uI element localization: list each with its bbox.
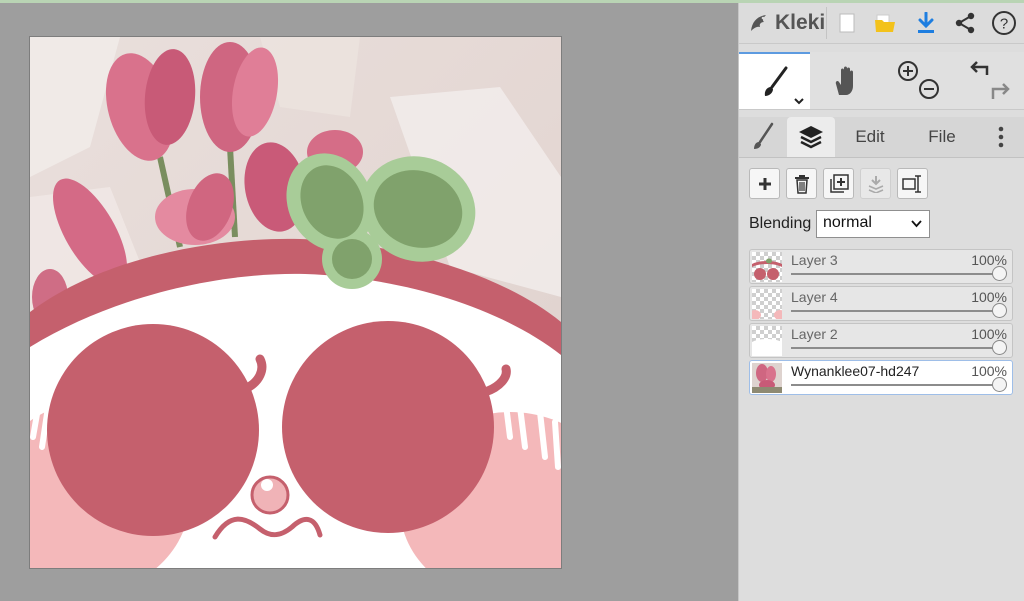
tab-edit[interactable]: Edit — [842, 117, 898, 157]
undo-redo-button[interactable] — [954, 52, 1024, 109]
share-icon — [955, 12, 975, 34]
chevron-down-icon[interactable] — [793, 97, 805, 105]
layer-item[interactable]: Wynanklee07-hd247 100% — [749, 360, 1013, 395]
layer-opacity-slider[interactable] — [791, 377, 1007, 392]
zoom-in-out-icon — [898, 60, 939, 99]
layer-thumbnail — [752, 252, 782, 282]
blending-select[interactable]: normal — [816, 210, 930, 238]
layer-name: Layer 4 — [791, 289, 838, 305]
layer-opacity-slider[interactable] — [791, 340, 1007, 355]
more-vertical-icon — [998, 126, 1004, 148]
slider-knob[interactable] — [992, 303, 1007, 318]
help-icon: ? — [992, 11, 1016, 35]
right-eye — [282, 321, 494, 533]
blending-value: normal — [823, 214, 872, 231]
nose-highlight — [261, 479, 273, 491]
new-image-icon — [839, 13, 855, 33]
kleki-bird-icon — [751, 15, 766, 31]
layer-item[interactable]: Layer 2 100% — [749, 323, 1013, 358]
duplicate-layer-button[interactable] — [823, 168, 854, 199]
hand-icon — [835, 66, 853, 95]
slider-knob[interactable] — [992, 340, 1007, 355]
zoom-button[interactable] — [882, 52, 954, 109]
panel-header: Kleki ? — [739, 3, 1024, 44]
chevron-down-icon — [911, 220, 922, 228]
help-button[interactable]: ? — [990, 9, 1018, 37]
svg-text:?: ? — [1000, 16, 1008, 33]
canvas-workspace[interactable] — [0, 3, 738, 601]
merge-down-icon — [868, 175, 883, 193]
plus-icon — [758, 177, 771, 190]
app-name: Kleki — [775, 11, 826, 34]
add-layer-button[interactable] — [749, 168, 780, 199]
layers-icon — [799, 126, 823, 149]
layer-name: Layer 2 — [791, 326, 838, 342]
rename-icon — [901, 174, 921, 193]
layer-thumbnail — [752, 289, 782, 319]
layer-opacity-slider[interactable] — [791, 303, 1007, 318]
layer-thumbnail — [752, 363, 782, 393]
drawing-canvas[interactable] — [30, 37, 561, 568]
download-button[interactable] — [912, 9, 940, 37]
hand-tool-button[interactable] — [810, 52, 882, 109]
slider-knob[interactable] — [992, 266, 1007, 281]
layer-name: Wynanklee07-hd247 — [791, 363, 920, 379]
undo-redo-icon — [969, 60, 1010, 99]
merge-down-button[interactable] — [860, 168, 891, 199]
new-image-button[interactable] — [833, 9, 861, 37]
duplicate-icon — [829, 173, 849, 193]
rename-layer-button[interactable] — [897, 168, 928, 199]
layer-name: Layer 3 — [791, 252, 838, 268]
layer-item[interactable]: Layer 3 100% — [749, 249, 1013, 284]
delete-layer-button[interactable] — [786, 168, 817, 199]
tab-file[interactable]: File — [914, 117, 970, 157]
tool-row — [739, 52, 1024, 110]
header-divider — [826, 7, 827, 39]
open-folder-icon — [875, 14, 895, 32]
panel-tabs: Edit File — [739, 117, 1024, 158]
more-menu-button[interactable] — [987, 117, 1015, 157]
tab-brush[interactable] — [739, 117, 787, 157]
layer-thumbnail — [752, 326, 782, 356]
left-eye — [47, 324, 259, 536]
slider-knob[interactable] — [992, 377, 1007, 392]
brush-tab-icon — [754, 122, 774, 149]
download-icon — [918, 12, 934, 33]
share-button[interactable] — [951, 9, 979, 37]
open-image-button[interactable] — [871, 9, 899, 37]
canvas-artwork — [30, 37, 561, 568]
trash-icon — [794, 174, 809, 194]
layer-opacity-slider[interactable] — [791, 266, 1007, 281]
layer-item[interactable]: Layer 4 100% — [749, 286, 1013, 321]
brush-tool-button[interactable] — [739, 52, 810, 109]
blending-label: Blending — [749, 215, 812, 232]
side-panel: Kleki ? Edit File Blending normal Layer … — [738, 3, 1024, 601]
brush-icon — [764, 66, 787, 96]
kleki-logo[interactable]: Kleki — [748, 9, 825, 37]
tab-layers[interactable] — [787, 117, 835, 157]
